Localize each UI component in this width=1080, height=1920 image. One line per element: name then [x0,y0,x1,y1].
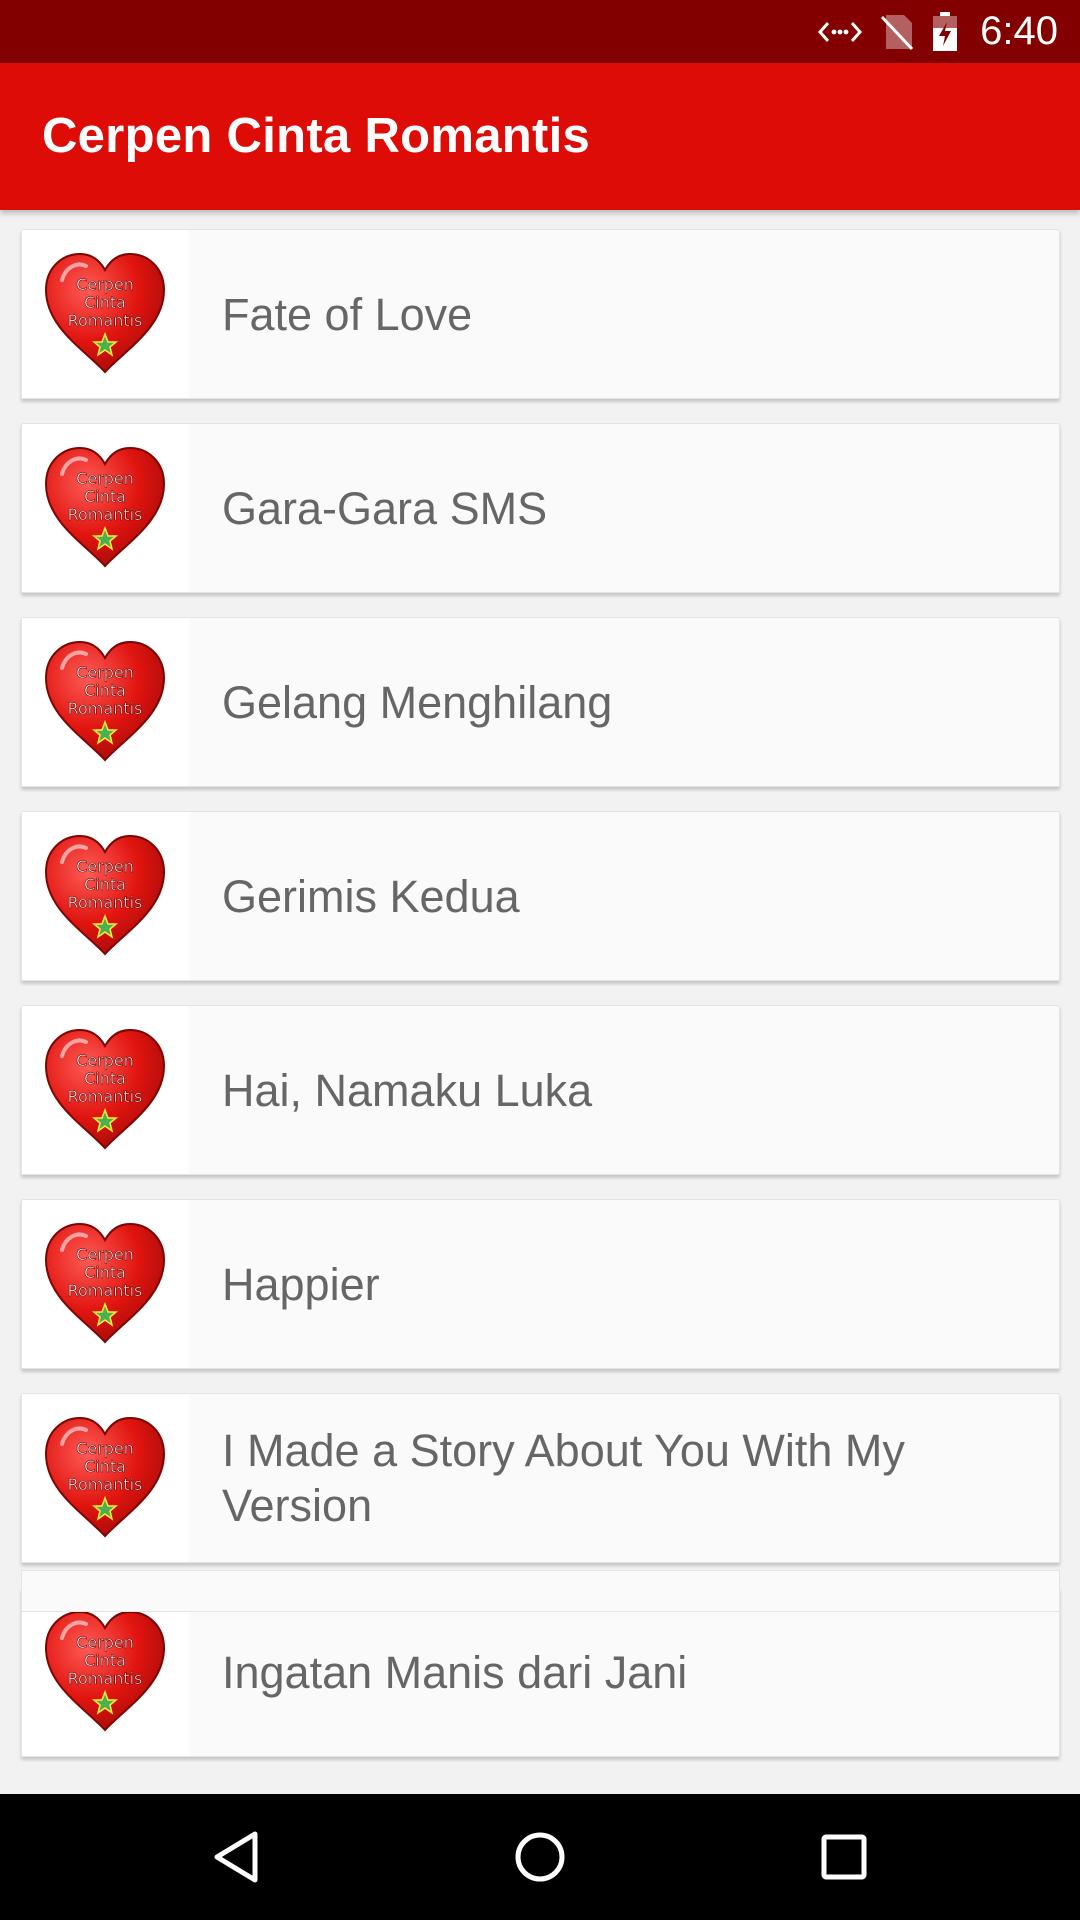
home-icon [515,1832,565,1882]
back-button[interactable] [166,1794,306,1920]
story-list-item[interactable]: Cerpen Cinta Romantis Ingatan Manis dari… [21,1587,1060,1757]
heart-logo-icon: Cerpen Cinta Romantis [44,1610,166,1732]
svg-text:Romantis: Romantis [68,1669,143,1688]
recents-button[interactable] [774,1794,914,1920]
svg-text:Cinta: Cinta [84,1457,126,1476]
story-list-item[interactable]: Cerpen Cinta Romantis Hai, Namaku Luka [21,1005,1060,1175]
story-title: Hai, Namaku Luka [222,1064,593,1116]
navigation-bar [0,1794,1080,1920]
status-icons: 6:40 [818,0,1058,63]
svg-text:Cinta: Cinta [84,681,126,700]
heart-logo-icon: Cerpen Cinta Romantis [44,1222,166,1344]
svg-text:Cerpen: Cerpen [76,1633,134,1652]
list-item-partial [21,1570,1060,1612]
svg-text:Romantis: Romantis [68,311,143,330]
svg-text:Cerpen: Cerpen [76,275,134,294]
svg-text:Romantis: Romantis [68,1475,143,1494]
heart-logo-icon: Cerpen Cinta Romantis [44,834,166,956]
story-thumbnail: Cerpen Cinta Romantis [22,1200,189,1368]
story-thumbnail: Cerpen Cinta Romantis [22,424,189,592]
heart-logo-icon: Cerpen Cinta Romantis [44,1028,166,1150]
svg-text:Cerpen: Cerpen [76,469,134,488]
story-list-item[interactable]: Cerpen Cinta Romantis Gerimis Kedua [21,811,1060,981]
svg-text:Cinta: Cinta [84,875,126,894]
heart-logo-icon: Cerpen Cinta Romantis [44,1416,166,1538]
story-thumbnail: Cerpen Cinta Romantis [22,1394,189,1562]
svg-text:Cerpen: Cerpen [76,857,134,876]
story-list-item[interactable]: Cerpen Cinta Romantis I Made a Story Abo… [21,1393,1060,1563]
story-thumbnail: Cerpen Cinta Romantis [22,1588,189,1756]
heart-logo-icon: Cerpen Cinta Romantis [44,252,166,374]
heart-logo-icon: Cerpen Cinta Romantis [44,446,166,568]
svg-text:Cerpen: Cerpen [76,1051,134,1070]
story-list-item[interactable]: Cerpen Cinta Romantis Gelang Menghilang [21,617,1060,787]
svg-text:Romantis: Romantis [68,1281,143,1300]
story-thumbnail: Cerpen Cinta Romantis [22,1006,189,1174]
app-bar: Cerpen Cinta Romantis [0,63,1080,210]
story-thumbnail: Cerpen Cinta Romantis [22,618,189,786]
story-thumbnail: Cerpen Cinta Romantis [22,812,189,980]
status-bar: 6:40 [0,0,1080,63]
story-list-item[interactable]: Cerpen Cinta Romantis Happier [21,1199,1060,1369]
story-title: Happier [222,1258,380,1310]
no-sim-icon [880,13,914,51]
app-title: Cerpen Cinta Romantis [42,109,591,163]
story-title: Ingatan Manis dari Jani [222,1646,688,1698]
story-title: I Made a Story About You With My Version [222,1425,905,1531]
svg-text:Cinta: Cinta [84,487,126,506]
recents-icon [821,1834,867,1880]
story-list[interactable]: Cerpen Cinta Romantis Fate of Love Cerpe… [0,210,1080,1794]
heart-logo-icon: Cerpen Cinta Romantis [44,640,166,762]
story-list-item[interactable]: Cerpen Cinta Romantis Gara-Gara SMS [21,423,1060,593]
story-thumbnail: Cerpen Cinta Romantis [22,230,189,398]
home-button[interactable] [470,1794,610,1920]
svg-text:Cerpen: Cerpen [76,1245,134,1264]
story-title: Gelang Menghilang [222,676,613,728]
svg-text:Cinta: Cinta [84,1263,126,1282]
svg-text:Cerpen: Cerpen [76,663,134,682]
svg-text:Cerpen: Cerpen [76,1439,134,1458]
story-title: Gerimis Kedua [222,870,520,922]
story-list-item[interactable]: Cerpen Cinta Romantis Fate of Love [21,229,1060,399]
svg-text:Romantis: Romantis [68,699,143,718]
svg-text:Romantis: Romantis [68,505,143,524]
status-time: 6:40 [980,9,1058,53]
battery-charging-icon [932,11,958,52]
svg-text:Cinta: Cinta [84,293,126,312]
story-title: Fate of Love [222,288,473,340]
data-sync-icon [818,17,863,47]
svg-text:Romantis: Romantis [68,893,143,912]
svg-text:Cinta: Cinta [84,1651,126,1670]
svg-text:Romantis: Romantis [68,1087,143,1106]
story-title: Gara-Gara SMS [222,482,548,534]
svg-text:Cinta: Cinta [84,1069,126,1088]
back-icon [214,1831,258,1883]
